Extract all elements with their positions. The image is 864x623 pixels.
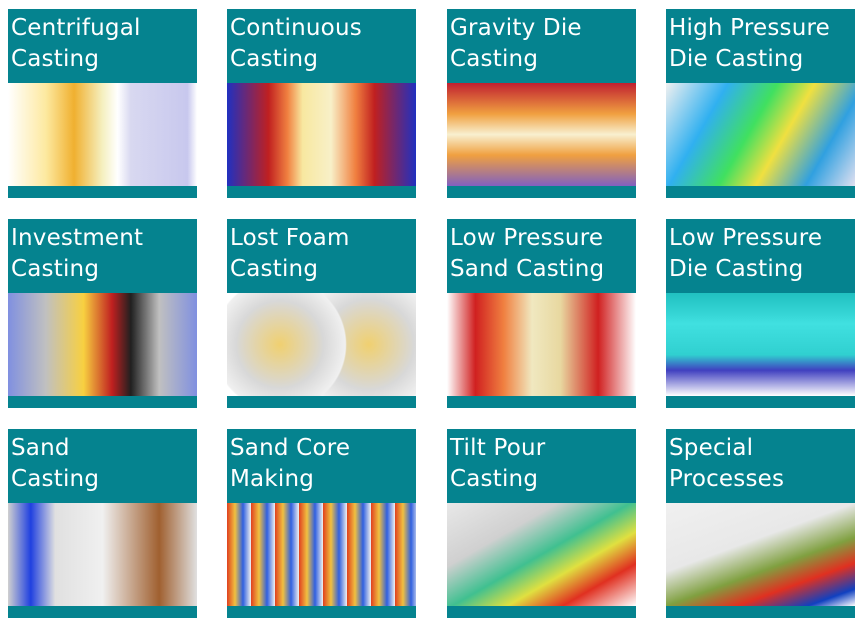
tile-title-line2: Making — [230, 466, 315, 492]
tile-title: High Pressure Die Casting — [666, 9, 855, 83]
tile-title: Low Pressure Sand Casting — [447, 219, 636, 293]
tile-title: Sand Core Making — [227, 429, 416, 503]
tile-footer-bar — [8, 396, 197, 408]
tile-title: Special Processes — [666, 429, 855, 503]
tile-simulation-image — [666, 293, 855, 396]
tile-footer-bar — [8, 606, 197, 618]
tile-simulation-image — [447, 293, 636, 396]
tile-title-line1: Gravity Die — [450, 15, 582, 41]
tile-footer-bar — [227, 186, 416, 198]
tile-title-line2: Casting — [450, 466, 539, 492]
process-tile-lost-foam-casting[interactable]: Lost Foam Casting — [227, 219, 416, 408]
process-tile-continuous-casting[interactable]: Continuous Casting — [227, 9, 416, 198]
tile-title: Investment Casting — [8, 219, 197, 293]
tile-title-line2: Casting — [230, 46, 319, 72]
tile-simulation-image — [666, 83, 855, 186]
tile-title: Low Pressure Die Casting — [666, 219, 855, 293]
tile-title-line1: Lost Foam — [230, 225, 350, 251]
tile-title-line2: Die Casting — [669, 256, 804, 282]
tile-title-line2: Casting — [11, 256, 100, 282]
tile-title-line2: Casting — [230, 256, 319, 282]
process-tile-low-pressure-sand-casting[interactable]: Low Pressure Sand Casting — [447, 219, 636, 408]
tile-title: Sand Casting — [8, 429, 197, 503]
tile-title-line1: Centrifugal — [11, 15, 141, 41]
tile-simulation-image — [227, 293, 416, 396]
tile-footer-bar — [666, 186, 855, 198]
tile-footer-bar — [447, 186, 636, 198]
tile-simulation-image — [447, 503, 636, 606]
tile-footer-bar — [666, 606, 855, 618]
tile-simulation-image — [8, 83, 197, 186]
tile-footer-bar — [447, 396, 636, 408]
tile-title-line1: Sand Core — [230, 435, 351, 461]
tile-title-line1: Continuous — [230, 15, 362, 41]
tile-title: Gravity Die Casting — [447, 9, 636, 83]
process-tile-gravity-die-casting[interactable]: Gravity Die Casting — [447, 9, 636, 198]
process-tile-low-pressure-die-casting[interactable]: Low Pressure Die Casting — [666, 219, 855, 408]
process-tile-investment-casting[interactable]: Investment Casting — [8, 219, 197, 408]
tile-footer-bar — [227, 606, 416, 618]
tile-title-line2: Die Casting — [669, 46, 804, 72]
process-tile-tilt-pour-casting[interactable]: Tilt Pour Casting — [447, 429, 636, 618]
tile-title-line1: Sand — [11, 435, 70, 461]
tile-simulation-image — [666, 503, 855, 606]
process-tile-high-pressure-die-casting[interactable]: High Pressure Die Casting — [666, 9, 855, 198]
tile-title: Centrifugal Casting — [8, 9, 197, 83]
tile-footer-bar — [447, 606, 636, 618]
tile-footer-bar — [666, 396, 855, 408]
tile-simulation-image — [227, 83, 416, 186]
tile-footer-bar — [8, 186, 197, 198]
tile-title-line1: High Pressure — [669, 15, 830, 41]
process-tile-sand-casting[interactable]: Sand Casting — [8, 429, 197, 618]
tile-title-line1: Special — [669, 435, 754, 461]
tile-title-line1: Tilt Pour — [450, 435, 546, 461]
process-tile-centrifugal-casting[interactable]: Centrifugal Casting — [8, 9, 197, 198]
tile-simulation-image — [447, 83, 636, 186]
process-tile-special-processes[interactable]: Special Processes — [666, 429, 855, 618]
tile-simulation-image — [8, 293, 197, 396]
tile-title: Continuous Casting — [227, 9, 416, 83]
tile-simulation-image — [227, 503, 416, 606]
process-tile-sand-core-making[interactable]: Sand Core Making — [227, 429, 416, 618]
tile-title-line2: Casting — [11, 466, 100, 492]
tile-title-line2: Processes — [669, 466, 785, 492]
tile-title-line2: Casting — [11, 46, 100, 72]
tile-title: Lost Foam Casting — [227, 219, 416, 293]
tile-footer-bar — [227, 396, 416, 408]
tile-simulation-image — [8, 503, 197, 606]
tile-title-line1: Low Pressure — [669, 225, 823, 251]
tile-title-line2: Sand Casting — [450, 256, 605, 282]
tile-title-line1: Investment — [11, 225, 144, 251]
tile-title-line2: Casting — [450, 46, 539, 72]
tile-title: Tilt Pour Casting — [447, 429, 636, 503]
tile-title-line1: Low Pressure — [450, 225, 604, 251]
